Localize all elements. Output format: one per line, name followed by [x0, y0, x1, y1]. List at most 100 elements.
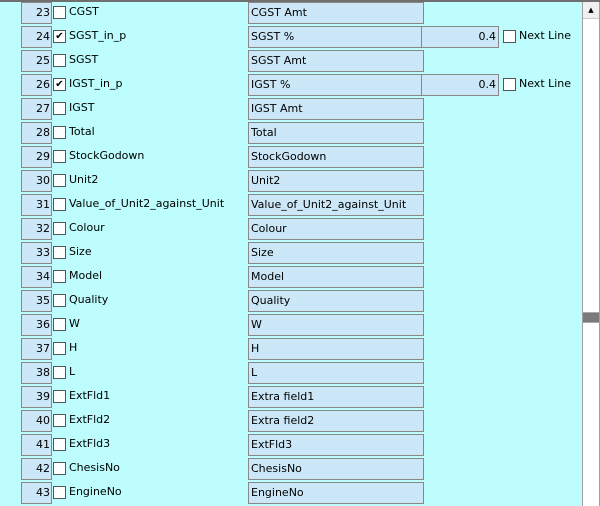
field-checkbox[interactable] — [53, 318, 66, 331]
field-name-label: Size — [69, 245, 92, 258]
row-number[interactable]: 28 — [21, 122, 52, 144]
field-checkbox[interactable] — [53, 222, 66, 235]
row-number[interactable]: 42 — [21, 458, 52, 480]
row-number[interactable]: 32 — [21, 218, 52, 240]
field-row: 40 ExtFld2 Extra field2 — [0, 410, 578, 434]
field-name-label: Model — [69, 269, 103, 282]
field-checkbox[interactable] — [53, 174, 66, 187]
field-row: 24 ✔ SGST_in_p SGST % 0.4 Next Line — [0, 26, 578, 50]
value-input[interactable]: 0.4 — [421, 74, 499, 96]
field-checkbox[interactable] — [53, 198, 66, 211]
field-name-label: ExtFld3 — [69, 437, 111, 450]
field-checkbox[interactable] — [53, 486, 66, 499]
next-line-label: Next Line — [519, 77, 572, 90]
field-row: 23 CGST CGST Amt — [0, 2, 578, 26]
caption-input[interactable]: Size — [248, 242, 424, 264]
row-number[interactable]: 25 — [21, 50, 52, 72]
row-number[interactable]: 39 — [21, 386, 52, 408]
field-name-label: SGST — [69, 53, 99, 66]
scroll-up-arrow-icon[interactable]: ▲ — [583, 2, 599, 19]
value-input[interactable]: 0.4 — [421, 26, 499, 48]
field-checkbox[interactable] — [53, 294, 66, 307]
field-name-label: H — [69, 341, 78, 354]
next-line-checkbox[interactable] — [503, 30, 516, 43]
next-line-checkbox[interactable] — [503, 78, 516, 91]
row-number[interactable]: 33 — [21, 242, 52, 264]
field-row: 28 Total Total — [0, 122, 578, 146]
field-checkbox[interactable] — [53, 126, 66, 139]
row-number[interactable]: 26 — [21, 74, 52, 96]
field-checkbox[interactable] — [53, 462, 66, 475]
field-checkbox[interactable]: ✔ — [53, 30, 66, 43]
check-icon: ✔ — [55, 79, 64, 90]
field-checkbox[interactable] — [53, 390, 66, 403]
row-number[interactable]: 23 — [21, 2, 52, 24]
row-number[interactable]: 27 — [21, 98, 52, 120]
caption-input[interactable]: Unit2 — [248, 170, 424, 192]
caption-input[interactable]: H — [248, 338, 424, 360]
field-row: 31 Value_of_Unit2_against_Unit Value_of_Un… — [0, 194, 578, 218]
caption-input[interactable]: SGST Amt — [248, 50, 424, 72]
caption-input[interactable]: L — [248, 362, 424, 384]
caption-input[interactable]: StockGodown — [248, 146, 424, 168]
field-name-label: Total — [69, 125, 95, 138]
next-line-label: Next Line — [519, 29, 572, 42]
field-row: 38 L L — [0, 362, 578, 386]
row-number[interactable]: 30 — [21, 170, 52, 192]
field-row: 25 SGST SGST Amt — [0, 50, 578, 74]
caption-input[interactable]: Quality — [248, 290, 424, 312]
field-row: 34 Model Model — [0, 266, 578, 290]
row-number[interactable]: 38 — [21, 362, 52, 384]
scroll-thumb[interactable] — [583, 312, 599, 323]
field-name-label: CGST — [69, 5, 99, 18]
field-name-label: L — [69, 365, 76, 378]
row-number[interactable]: 35 — [21, 290, 52, 312]
field-name-label: IGST — [69, 101, 95, 114]
caption-input[interactable]: CGST Amt — [248, 2, 424, 24]
caption-input[interactable]: IGST % — [248, 74, 424, 96]
field-row: 43 EngineNo EngineNo — [0, 482, 578, 506]
field-name-label: EngineNo — [69, 485, 122, 498]
field-name-label: ChesisNo — [69, 461, 120, 474]
row-number[interactable]: 37 — [21, 338, 52, 360]
field-checkbox[interactable] — [53, 246, 66, 259]
vertical-scrollbar[interactable]: ▲ — [582, 2, 600, 506]
field-name-label: Unit2 — [69, 173, 99, 186]
field-checkbox[interactable]: ✔ — [53, 78, 66, 91]
caption-input[interactable]: Model — [248, 266, 424, 288]
caption-input[interactable]: Extra field1 — [248, 386, 424, 408]
field-row: 35 Quality Quality — [0, 290, 578, 314]
field-name-label: W — [69, 317, 80, 330]
field-row: 29 StockGodown StockGodown — [0, 146, 578, 170]
row-number[interactable]: 41 — [21, 434, 52, 456]
field-checkbox[interactable] — [53, 150, 66, 163]
field-checkbox[interactable] — [53, 366, 66, 379]
field-checkbox[interactable] — [53, 270, 66, 283]
caption-input[interactable]: ExtFld3 — [248, 434, 424, 456]
field-checkbox[interactable] — [53, 54, 66, 67]
caption-input[interactable]: Value_of_Unit2_against_Unit — [248, 194, 424, 216]
caption-input[interactable]: W — [248, 314, 424, 336]
row-number[interactable]: 36 — [21, 314, 52, 336]
caption-input[interactable]: Extra field2 — [248, 410, 424, 432]
caption-input[interactable]: Total — [248, 122, 424, 144]
field-row: 32 Colour Colour — [0, 218, 578, 242]
caption-input[interactable]: EngineNo — [248, 482, 424, 504]
field-row: 39 ExtFld1 Extra field1 — [0, 386, 578, 410]
row-number[interactable]: 40 — [21, 410, 52, 432]
field-checkbox[interactable] — [53, 438, 66, 451]
row-number[interactable]: 31 — [21, 194, 52, 216]
field-checkbox[interactable] — [53, 6, 66, 19]
row-number[interactable]: 29 — [21, 146, 52, 168]
row-number[interactable]: 24 — [21, 26, 52, 48]
field-name-label: Value_of_Unit2_against_Unit — [69, 197, 225, 210]
field-checkbox[interactable] — [53, 342, 66, 355]
caption-input[interactable]: SGST % — [248, 26, 424, 48]
caption-input[interactable]: IGST Amt — [248, 98, 424, 120]
field-checkbox[interactable] — [53, 102, 66, 115]
row-number[interactable]: 34 — [21, 266, 52, 288]
caption-input[interactable]: ChesisNo — [248, 458, 424, 480]
row-number[interactable]: 43 — [21, 482, 52, 504]
field-checkbox[interactable] — [53, 414, 66, 427]
caption-input[interactable]: Colour — [248, 218, 424, 240]
